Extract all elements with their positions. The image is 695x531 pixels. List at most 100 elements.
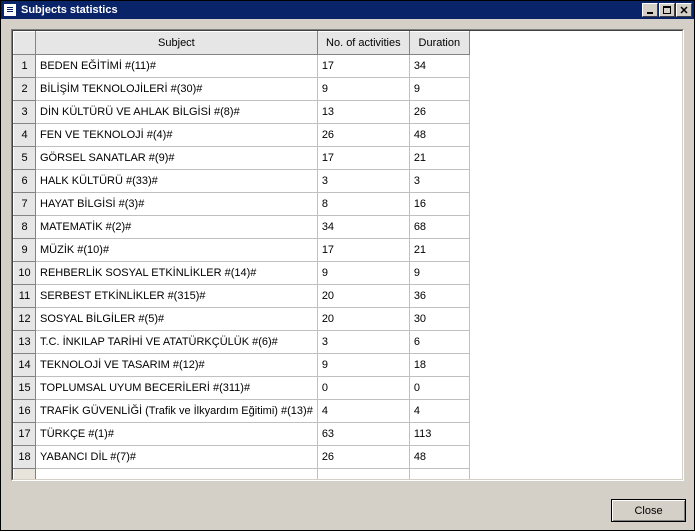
cell-activities[interactable]: 3 [317, 331, 409, 354]
maximize-button[interactable] [659, 3, 675, 17]
cell-subject[interactable]: BEDEN EĞİTİMİ #(11)# [36, 55, 318, 78]
cell-duration[interactable]: 3 [409, 170, 469, 193]
cell-activities[interactable]: 13 [317, 101, 409, 124]
table-scroll[interactable]: Subject No. of activities Duration 1BEDE… [12, 30, 683, 480]
row-header[interactable]: 11 [14, 285, 36, 308]
table-row[interactable]: 12SOSYAL BİLGİLER #(5)#2030 [14, 308, 470, 331]
cell-activities[interactable]: 17 [317, 55, 409, 78]
table-corner[interactable] [14, 32, 36, 55]
table-row[interactable]: 3DİN KÜLTÜRÜ VE AHLAK BİLGİSİ #(8)#1326 [14, 101, 470, 124]
row-header[interactable]: 13 [14, 331, 36, 354]
table-row[interactable]: 5GÖRSEL SANATLAR #(9)#1721 [14, 147, 470, 170]
cell-subject[interactable]: TÜRKÇE #(1)# [36, 423, 318, 446]
table-row[interactable]: 15TOPLUMSAL UYUM BECERİLERİ #(311)#00 [14, 377, 470, 400]
cell-activities[interactable]: 63 [317, 423, 409, 446]
cell-subject[interactable]: TEKNOLOJİ VE TASARIM #(12)# [36, 354, 318, 377]
cell-activities[interactable]: 20 [317, 285, 409, 308]
cell-activities[interactable]: 34 [317, 216, 409, 239]
row-header[interactable]: 3 [14, 101, 36, 124]
row-header[interactable]: 5 [14, 147, 36, 170]
cell-subject[interactable]: TOPLUMSAL UYUM BECERİLERİ #(311)# [36, 377, 318, 400]
cell-activities[interactable]: 20 [317, 308, 409, 331]
cell-subject[interactable]: MATEMATİK #(2)# [36, 216, 318, 239]
row-header[interactable]: 16 [14, 400, 36, 423]
cell-subject[interactable]: BİLİŞİM TEKNOLOJİLERİ #(30)# [36, 78, 318, 101]
cell-duration[interactable]: 21 [409, 239, 469, 262]
row-header[interactable]: 18 [14, 446, 36, 469]
col-header-activities[interactable]: No. of activities [317, 32, 409, 55]
cell-activities[interactable]: 0 [317, 377, 409, 400]
row-header[interactable]: 10 [14, 262, 36, 285]
cell-duration[interactable]: 18 [409, 354, 469, 377]
table-row[interactable]: 17TÜRKÇE #(1)#63113 [14, 423, 470, 446]
row-header[interactable]: 6 [14, 170, 36, 193]
cell-duration[interactable]: 0 [409, 377, 469, 400]
cell-activities[interactable]: 3 [317, 170, 409, 193]
cell-subject[interactable]: HALK KÜLTÜRÜ #(33)# [36, 170, 318, 193]
cell-subject[interactable]: MÜZİK #(10)# [36, 239, 318, 262]
cell-subject[interactable]: T.C. İNKILAP TARİHİ VE ATATÜRKÇÜLÜK #(6)… [36, 331, 318, 354]
cell-activities[interactable]: 9 [317, 262, 409, 285]
close-dialog-button[interactable]: Close [611, 499, 686, 522]
cell-activities[interactable]: 9 [317, 354, 409, 377]
cell-subject[interactable]: TRAFİK GÜVENLİĞİ (Trafik ve İlkyardım Eğ… [36, 400, 318, 423]
row-header[interactable]: 4 [14, 124, 36, 147]
col-header-duration[interactable]: Duration [409, 32, 469, 55]
table-row[interactable]: 16TRAFİK GÜVENLİĞİ (Trafik ve İlkyardım … [14, 400, 470, 423]
cell-subject[interactable]: DİN KÜLTÜRÜ VE AHLAK BİLGİSİ #(8)# [36, 101, 318, 124]
table-row[interactable]: 11SERBEST ETKİNLİKLER #(315)#2036 [14, 285, 470, 308]
cell-activities[interactable]: 9 [317, 78, 409, 101]
row-header[interactable]: 14 [14, 354, 36, 377]
table-row[interactable]: 1BEDEN EĞİTİMİ #(11)#1734 [14, 55, 470, 78]
row-header[interactable]: 2 [14, 78, 36, 101]
table-row[interactable]: 9MÜZİK #(10)#1721 [14, 239, 470, 262]
row-header[interactable]: 7 [14, 193, 36, 216]
cell-activities[interactable]: 17 [317, 147, 409, 170]
table-row[interactable]: 10REHBERLİK SOSYAL ETKİNLİKLER #(14)#99 [14, 262, 470, 285]
cell-duration[interactable]: 48 [409, 124, 469, 147]
cell-subject[interactable]: YABANCI DİL #(7)# [36, 446, 318, 469]
cell-duration[interactable]: 68 [409, 216, 469, 239]
cell-duration[interactable]: 36 [409, 285, 469, 308]
cell-subject[interactable]: GÖRSEL SANATLAR #(9)# [36, 147, 318, 170]
col-header-subject[interactable]: Subject [36, 32, 318, 55]
cell-subject[interactable]: FEN VE TEKNOLOJİ #(4)# [36, 124, 318, 147]
cell-duration[interactable]: 9 [409, 78, 469, 101]
cell-duration[interactable]: 6 [409, 331, 469, 354]
close-button[interactable] [676, 3, 692, 17]
cell-subject[interactable]: REHBERLİK SOSYAL ETKİNLİKLER #(14)# [36, 262, 318, 285]
cell-duration[interactable]: 30 [409, 308, 469, 331]
cell-activities[interactable]: 4 [317, 400, 409, 423]
cell-subject[interactable]: SERBEST ETKİNLİKLER #(315)# [36, 285, 318, 308]
table-row[interactable]: 8MATEMATİK #(2)#3468 [14, 216, 470, 239]
table-row[interactable]: 4FEN VE TEKNOLOJİ #(4)#2648 [14, 124, 470, 147]
cell-duration[interactable]: 16 [409, 193, 469, 216]
cell-activities[interactable]: 26 [317, 446, 409, 469]
cell-duration[interactable]: 48 [409, 446, 469, 469]
cell-duration[interactable]: 4 [409, 400, 469, 423]
row-header[interactable]: 9 [14, 239, 36, 262]
table-row[interactable]: 13T.C. İNKILAP TARİHİ VE ATATÜRKÇÜLÜK #(… [14, 331, 470, 354]
table-row[interactable]: 18YABANCI DİL #(7)#2648 [14, 446, 470, 469]
row-header[interactable]: 15 [14, 377, 36, 400]
table-row[interactable]: 14TEKNOLOJİ VE TASARIM #(12)#918 [14, 354, 470, 377]
cell-activities[interactable]: 17 [317, 239, 409, 262]
cell-duration[interactable]: 21 [409, 147, 469, 170]
cell-activities[interactable]: 8 [317, 193, 409, 216]
cell-subject[interactable]: SOSYAL BİLGİLER #(5)# [36, 308, 318, 331]
row-header[interactable]: 12 [14, 308, 36, 331]
content-area: Subject No. of activities Duration 1BEDE… [1, 19, 694, 491]
row-header[interactable]: 17 [14, 423, 36, 446]
cell-subject[interactable]: HAYAT BİLGİSİ #(3)# [36, 193, 318, 216]
cell-activities[interactable]: 26 [317, 124, 409, 147]
table-row[interactable]: 6HALK KÜLTÜRÜ #(33)#33 [14, 170, 470, 193]
cell-duration[interactable]: 26 [409, 101, 469, 124]
table-row[interactable]: 7HAYAT BİLGİSİ #(3)#816 [14, 193, 470, 216]
cell-duration[interactable]: 113 [409, 423, 469, 446]
row-header[interactable]: 1 [14, 55, 36, 78]
row-header[interactable]: 8 [14, 216, 36, 239]
cell-duration[interactable]: 9 [409, 262, 469, 285]
minimize-button[interactable] [642, 3, 658, 17]
cell-duration[interactable]: 34 [409, 55, 469, 78]
table-row[interactable]: 2BİLİŞİM TEKNOLOJİLERİ #(30)#99 [14, 78, 470, 101]
